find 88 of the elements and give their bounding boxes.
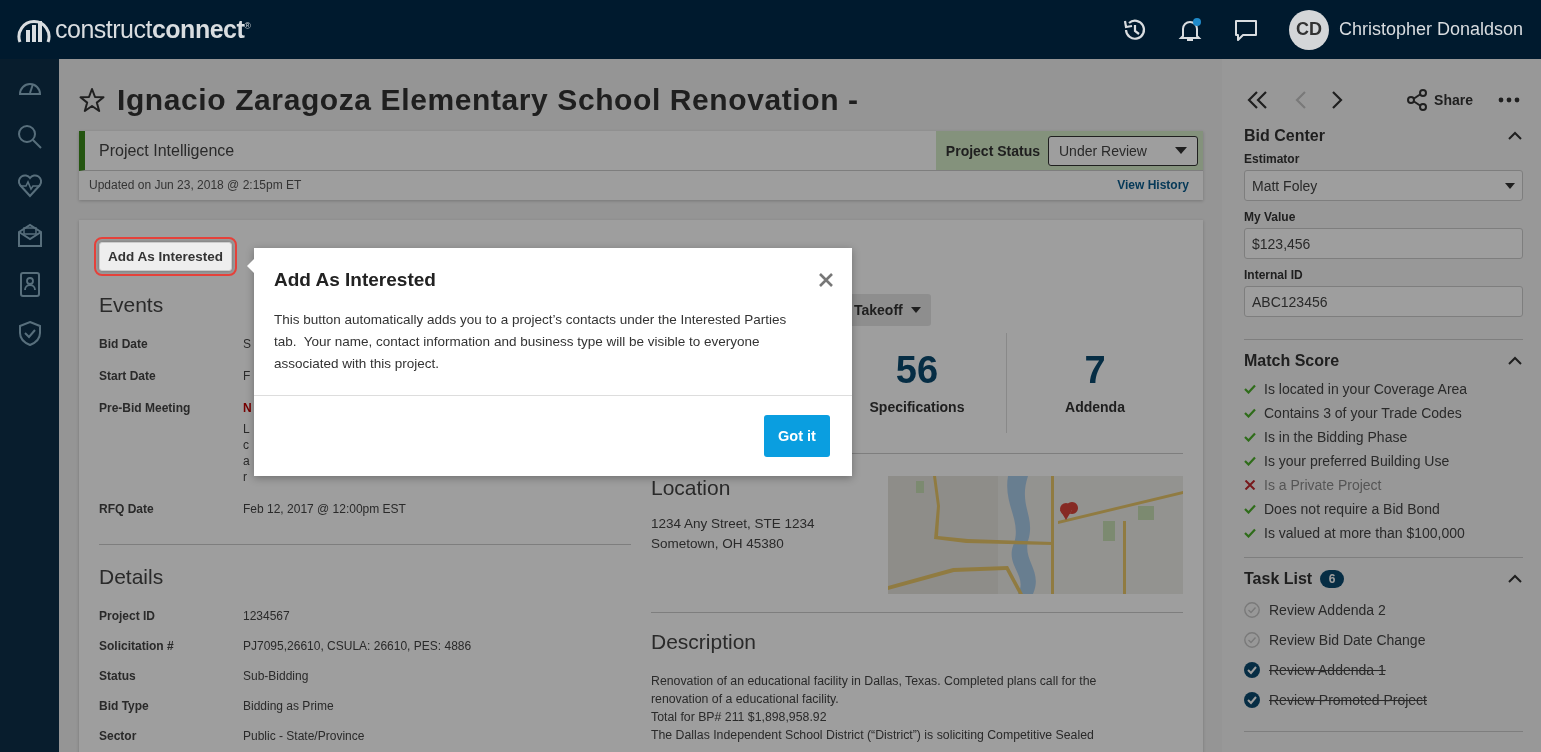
stat-value: 7	[1084, 351, 1106, 389]
updated-text: Updated on Jun 23, 2018 @ 2:15pm ET	[89, 178, 302, 192]
note-text: c	[243, 438, 249, 452]
task-text: Review Addenda 2	[1269, 602, 1386, 618]
field-value: Feb 12, 2017 @ 12:00pm EST	[243, 502, 406, 516]
chevron-right-icon	[1331, 89, 1345, 111]
user-avatar[interactable]: CD	[1288, 9, 1329, 50]
panel-title: Project Intelligence	[99, 141, 235, 160]
checked-circle-icon[interactable]	[1244, 662, 1260, 678]
user-name[interactable]: Christopher Donaldson	[1338, 19, 1523, 40]
field-value: Public - State/Province	[243, 729, 365, 743]
star-icon[interactable]	[79, 87, 105, 113]
field-value: Bidding as Prime	[243, 699, 334, 713]
got-it-button[interactable]: Got it	[764, 415, 830, 457]
estimator-dropdown[interactable]: Matt Foley	[1244, 170, 1523, 201]
section-heading: Details	[99, 565, 165, 589]
section-title: Match Score	[1244, 352, 1340, 370]
match-criterion: Is in the Bidding Phase	[1264, 428, 1408, 447]
share-button[interactable]: Share	[1406, 89, 1473, 111]
field-label: Pre-Bid Meeting	[99, 401, 192, 417]
field-value: F	[243, 369, 251, 383]
match-criterion: Contains 3 of your Trade Codes	[1264, 404, 1462, 423]
field-value: Sub-Bidding	[243, 669, 309, 683]
field-value: S	[243, 337, 251, 351]
section-title: Task List	[1244, 570, 1313, 588]
match-criterion: Does not require a Bid Bond	[1264, 500, 1440, 519]
address-line: 1234 Any Street, STE 1234	[651, 516, 815, 531]
caret-icon	[910, 307, 921, 313]
field-label: Sector	[99, 729, 138, 743]
unchecked-circle-icon[interactable]	[1244, 632, 1260, 648]
note-text: a	[243, 454, 250, 468]
section-heading: Location	[651, 476, 732, 500]
section-heading: Description	[651, 630, 758, 654]
field-value: 1234567	[243, 609, 290, 623]
unchecked-circle-icon[interactable]	[1244, 602, 1260, 618]
match-criterion: Is valued at more than $100,000	[1264, 524, 1465, 543]
note-text: r	[243, 470, 247, 484]
status-dropdown[interactable]: Under Review	[1048, 135, 1198, 166]
description-text: Renovation of an educational facility in Dallas, Texas. Completed plans call for the renovation of a educational facility.	[651, 673, 1098, 708]
section-heading: Events	[99, 293, 165, 317]
note-text: L	[243, 422, 250, 436]
bell-icon	[1176, 16, 1203, 43]
match-criterion: Is your preferred Building Use	[1264, 452, 1450, 471]
more-icon	[1498, 97, 1520, 103]
input-field[interactable]: ABC123456	[1244, 286, 1523, 317]
field-label: Bid Date	[99, 337, 149, 351]
close-icon	[818, 272, 834, 288]
caret-icon	[1175, 147, 1187, 154]
status-label: Project Status	[945, 142, 1040, 159]
input-field[interactable]: $123,456	[1244, 228, 1523, 259]
field-label: Internal ID	[1244, 268, 1303, 282]
stat-value: 56	[895, 351, 939, 389]
field-label: Project ID	[99, 609, 156, 623]
description-text: Total for BP# 211 $1,898,958.92	[651, 709, 828, 726]
section-title: Bid Center	[1244, 127, 1325, 145]
search-icon[interactable]	[16, 124, 43, 151]
address-line: Sometown, OH 45380	[651, 536, 784, 551]
field-label: Bid Type	[99, 699, 150, 713]
stat-label: Addenda	[1065, 399, 1125, 415]
popover-text: This button automatically adds you to a project’s contacts under the Interested Parties tab. Your name, contact information and business type will be visible to everyone associated with this project.	[274, 312, 788, 371]
task-text: Review Addenda 1	[1269, 662, 1386, 678]
count-badge: 6	[1320, 570, 1345, 588]
close-button[interactable]	[818, 272, 834, 288]
double-chevron-icon	[1247, 89, 1269, 111]
field-label: Start Date	[99, 369, 157, 383]
checked-circle-icon[interactable]	[1244, 692, 1260, 708]
field-label: Estimator	[1244, 152, 1300, 166]
field-value: N	[243, 401, 252, 415]
field-label: Status	[99, 669, 137, 683]
task-text: Review Bid Date Change	[1269, 632, 1426, 648]
field-value: PJ7095,26610, CSULA: 26610, PES: 4886	[243, 639, 472, 653]
envelope-icon[interactable]	[16, 222, 43, 249]
caret-icon	[1505, 182, 1515, 189]
stat-label: Specifications	[869, 399, 965, 415]
task-text: Review Promoted Project	[1269, 692, 1427, 708]
match-criterion: Is a Private Project	[1264, 476, 1382, 495]
share-icon	[1406, 89, 1429, 111]
brand-logo[interactable]: constructconnect$^{®}$	[55, 15, 251, 44]
shield-check-icon[interactable]	[16, 320, 43, 347]
field-label: My Value	[1244, 210, 1296, 224]
field-label: Solicitation #	[99, 639, 175, 653]
view-history-link[interactable]: View History	[1117, 178, 1189, 192]
project-title: Ignacio Zaragoza Elementary School Renovation -	[117, 83, 859, 117]
heart-pulse-icon[interactable]	[16, 173, 43, 200]
description-text: The Dallas Independent School District (“District”) is soliciting Competitive Sealed	[651, 727, 1095, 744]
match-criterion: Is located in your Coverage Area	[1264, 380, 1468, 399]
popover-title: Add As Interested	[274, 269, 436, 291]
field-label: RFQ Date	[99, 502, 155, 516]
